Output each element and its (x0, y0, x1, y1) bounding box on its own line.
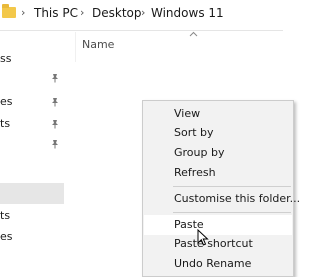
mouse-cursor-icon (197, 229, 209, 246)
menu-item-label: View (174, 107, 201, 120)
folder-icon (2, 4, 16, 18)
pin-icon[interactable] (50, 119, 60, 129)
pin-icon[interactable] (50, 139, 60, 149)
context-menu: View Sort by Group by Refresh Customise … (142, 100, 300, 277)
nav-item-label[interactable]: ss (0, 52, 11, 65)
breadcrumb-desktop[interactable]: Desktop (92, 6, 142, 20)
breadcrumb-windows-11[interactable]: Windows 11 (151, 6, 224, 20)
menu-item-label: Group by (174, 146, 225, 159)
menu-item-sort-by[interactable]: Sort by (144, 123, 292, 143)
breadcrumb-this-pc[interactable]: This PC (34, 6, 78, 20)
nav-item-label[interactable]: ts (0, 117, 10, 130)
column-header-name[interactable]: Name (82, 38, 114, 51)
menu-item-label: Undo Rename (174, 257, 252, 270)
nav-item-selected-highlight[interactable] (0, 183, 64, 204)
menu-item-customise-folder[interactable]: Customise this folder... (144, 189, 300, 209)
pin-icon[interactable] (50, 97, 60, 107)
address-bar[interactable]: › This PC › Desktop › Windows 11 (0, 0, 283, 31)
menu-separator (173, 212, 291, 213)
breadcrumb-separator-icon[interactable]: › (141, 6, 145, 19)
breadcrumb-separator-icon[interactable]: › (21, 6, 25, 19)
menu-item-paste[interactable]: Paste (144, 215, 292, 235)
menu-item-view[interactable]: View (144, 104, 292, 124)
sort-ascending-icon (189, 31, 198, 37)
menu-item-label: Customise this folder... (174, 192, 301, 205)
menu-item-label: Paste shortcut (174, 237, 253, 250)
menu-separator (173, 186, 291, 187)
menu-item-refresh[interactable]: Refresh (144, 163, 292, 183)
nav-item-label[interactable]: ts (0, 209, 10, 222)
menu-item-undo-rename[interactable]: Undo Rename (144, 254, 292, 274)
column-divider[interactable] (75, 32, 76, 62)
menu-item-group-by[interactable]: Group by (144, 143, 292, 163)
pin-icon[interactable] (50, 73, 60, 83)
breadcrumb-separator-icon[interactable]: › (80, 6, 84, 19)
menu-item-label: Sort by (174, 126, 214, 139)
nav-item-label[interactable]: es (0, 95, 13, 108)
menu-item-paste-shortcut[interactable]: Paste shortcut (144, 234, 292, 254)
nav-item-label[interactable]: es (0, 230, 13, 243)
menu-item-label: Refresh (174, 166, 216, 179)
navigation-pane[interactable]: ss es ts ts es (0, 31, 64, 269)
